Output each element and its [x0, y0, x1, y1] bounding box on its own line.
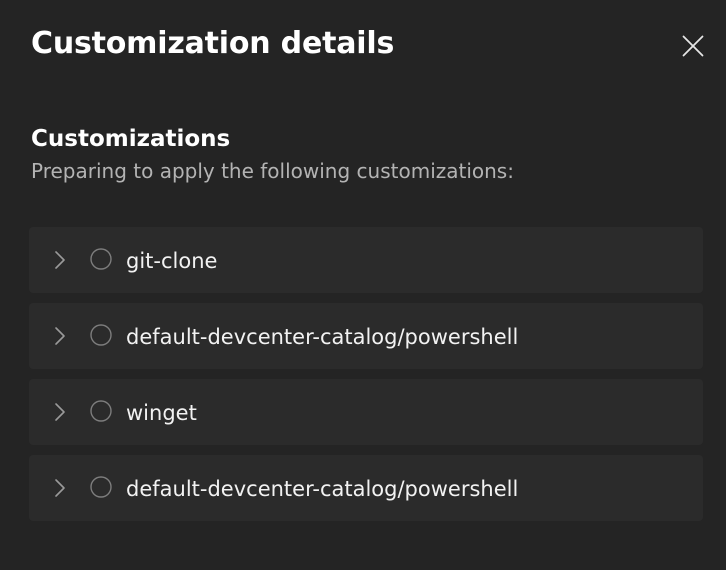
customization-label: default-devcenter-catalog/powershell — [126, 477, 519, 501]
pending-circle-icon — [90, 248, 112, 270]
pending-circle-icon — [90, 400, 112, 422]
customization-item[interactable]: default-devcenter-catalog/powershell — [29, 455, 703, 521]
chevron-right-icon[interactable] — [53, 401, 67, 423]
customization-label: default-devcenter-catalog/powershell — [126, 325, 519, 349]
customization-details-panel: Customization details Customizations Pre… — [0, 0, 726, 570]
chevron-right-icon[interactable] — [53, 477, 67, 499]
close-icon — [682, 35, 704, 57]
pending-circle-icon — [90, 476, 112, 498]
chevron-right-icon[interactable] — [53, 249, 67, 271]
customization-label: winget — [126, 401, 197, 425]
customizations-list: git-clone default-devcenter-catalog/powe… — [29, 227, 703, 531]
customization-item[interactable]: winget — [29, 379, 703, 445]
section-subtitle: Preparing to apply the following customi… — [31, 159, 514, 183]
close-button[interactable] — [674, 27, 712, 65]
section-heading: Customizations — [31, 126, 231, 152]
pending-circle-icon — [90, 324, 112, 346]
customization-item[interactable]: default-devcenter-catalog/powershell — [29, 303, 703, 369]
customization-label: git-clone — [126, 249, 218, 273]
customization-item[interactable]: git-clone — [29, 227, 703, 293]
panel-title: Customization details — [31, 26, 395, 61]
chevron-right-icon[interactable] — [53, 325, 67, 347]
